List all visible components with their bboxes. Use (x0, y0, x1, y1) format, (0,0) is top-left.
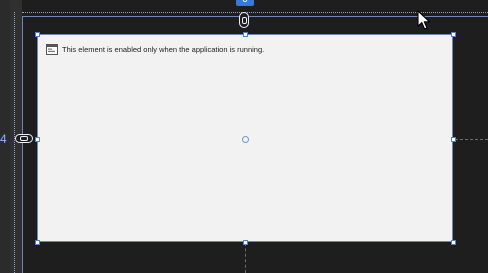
element-message-text: This element is enabled only when the ap… (62, 44, 265, 54)
form-window-icon (46, 43, 58, 55)
left-margin-guide (14, 12, 15, 273)
resize-handle-bottom[interactable] (243, 240, 248, 245)
resize-handle-left[interactable] (35, 137, 40, 142)
vertical-center-guide (455, 139, 488, 140)
resize-handle-top[interactable] (243, 32, 248, 37)
center-point-handle[interactable] (242, 136, 249, 143)
resize-handle-top-left[interactable] (35, 32, 40, 37)
layout-left-edge (22, 16, 23, 273)
left-anchor-icon[interactable] (15, 134, 33, 143)
horizontal-center-guide (245, 243, 246, 273)
element-message: This element is enabled only when the ap… (46, 42, 264, 56)
top-anchor-icon[interactable] (239, 12, 249, 28)
designer-canvas: 0 4 This element is enabled only when th… (0, 0, 488, 273)
top-margin-label: 0 (236, 0, 254, 6)
resize-handle-bottom-left[interactable] (35, 240, 40, 245)
resize-handle-bottom-right[interactable] (451, 240, 456, 245)
mouse-pointer-icon (417, 10, 431, 30)
left-margin-label: 4 (0, 132, 7, 146)
resize-handle-top-right[interactable] (451, 32, 456, 37)
resize-handle-right[interactable] (451, 137, 456, 142)
